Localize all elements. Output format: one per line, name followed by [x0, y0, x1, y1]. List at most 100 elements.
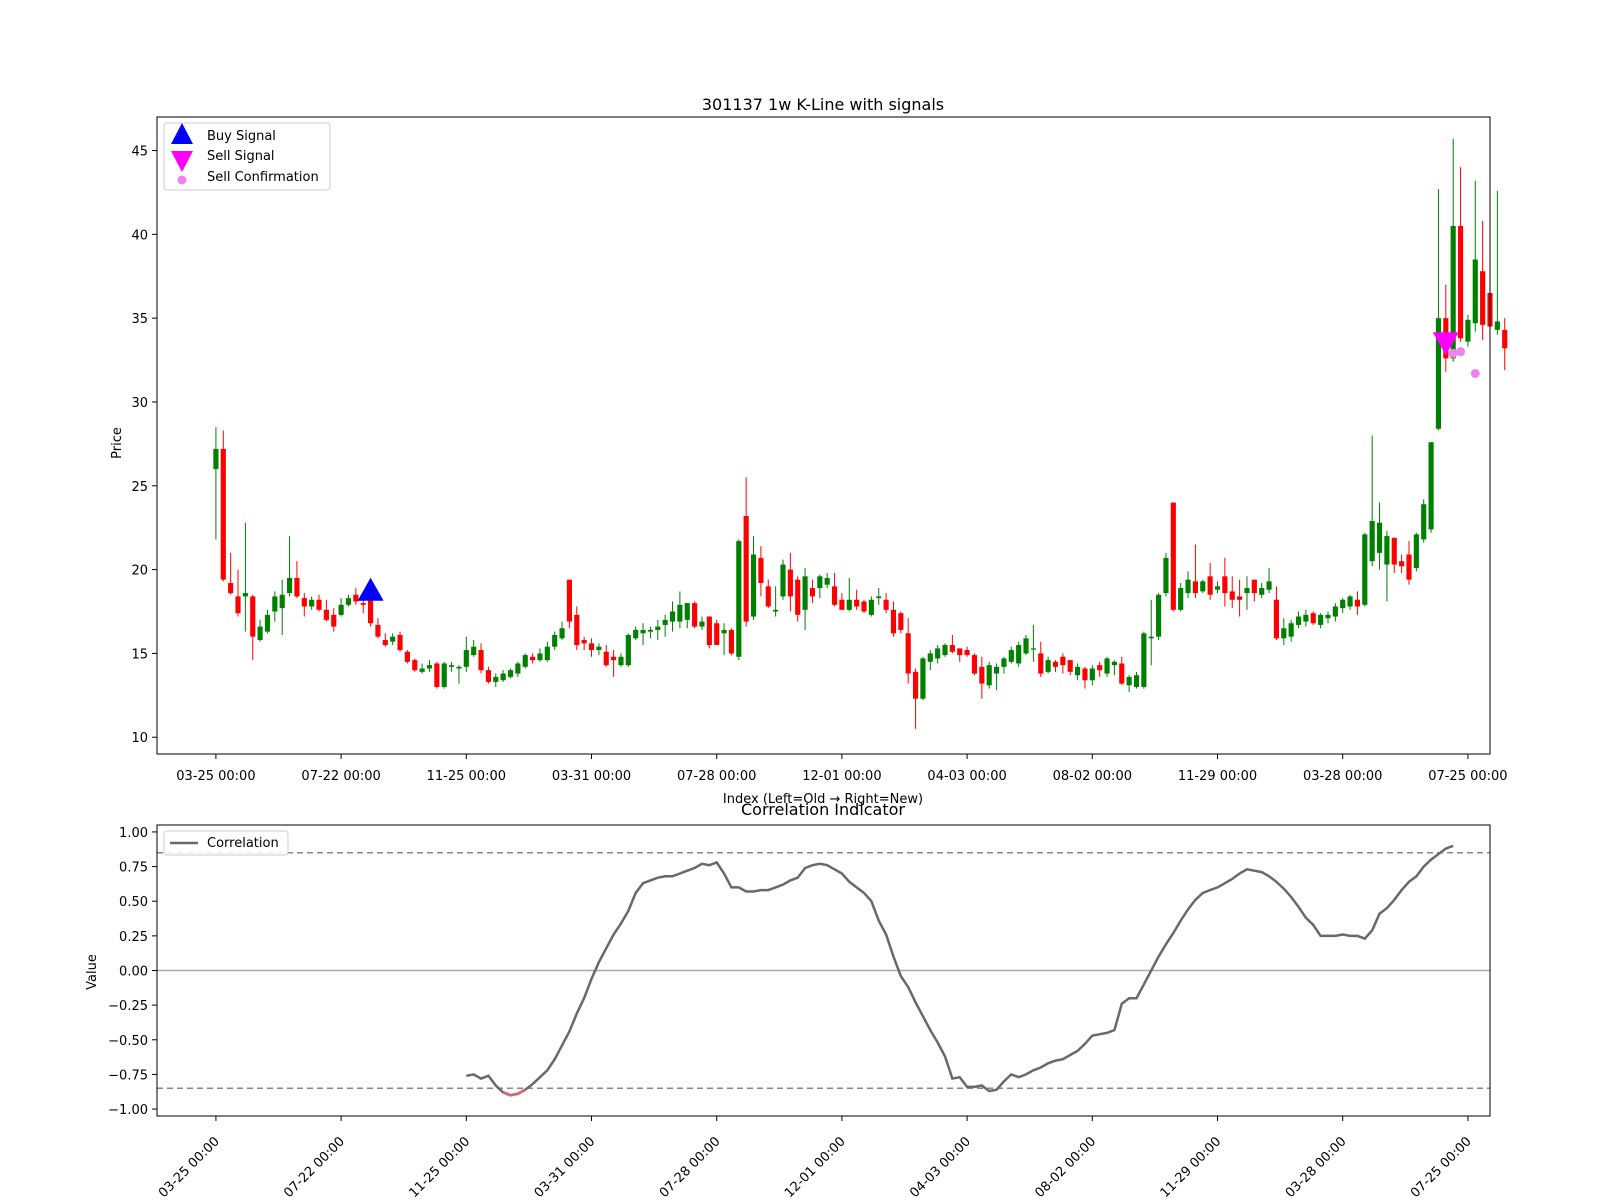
candle-body	[1384, 536, 1390, 565]
candle-body	[1295, 616, 1302, 625]
candle-body	[868, 599, 874, 615]
candle-body	[1399, 561, 1405, 567]
candle-body	[375, 624, 381, 637]
kline-y-tick-label: 45	[131, 145, 148, 160]
candle-body	[463, 650, 469, 667]
corr-y-tick-label: 1.00	[119, 826, 148, 841]
candle-body	[1288, 623, 1294, 637]
candle-body	[603, 651, 609, 666]
candle-body	[1148, 636, 1154, 639]
candle-body	[920, 658, 926, 699]
corr-legend: Correlation	[163, 830, 289, 856]
candle-body	[706, 616, 712, 646]
kline-y-tick-label: 25	[131, 480, 148, 495]
candle-body	[1229, 591, 1235, 600]
candle-body	[1465, 319, 1471, 342]
corr-y-tick-label: −1.00	[108, 1103, 148, 1118]
candle-body	[441, 663, 447, 687]
candle-body	[1222, 576, 1228, 594]
candle-body	[449, 665, 455, 667]
candle-body	[1421, 504, 1427, 540]
candle-body	[515, 663, 521, 674]
figure: 301137 1w K-Line with signals 10 15 20 25 30…	[0, 0, 1600, 1200]
candle-body	[279, 594, 285, 609]
candle-body	[434, 663, 440, 687]
corr-y-tick-label: 0.00	[119, 965, 148, 980]
kline-x-tick-label: 08-02 00:00	[1053, 769, 1132, 784]
candle-body	[699, 621, 705, 627]
candle-body	[1340, 599, 1346, 609]
candle-body	[1067, 660, 1073, 672]
candle-body	[625, 634, 631, 666]
corr-y-tick-label: −0.50	[108, 1034, 148, 1049]
legend-correlation-label: Correlation	[207, 836, 279, 851]
candle-body	[935, 648, 941, 659]
candle-body	[1060, 656, 1066, 666]
corr-y-tick-label: −0.75	[108, 1068, 148, 1083]
candle-body	[743, 515, 749, 622]
kline-y-tick-label: 15	[131, 647, 148, 662]
sell-confirmation-marker	[1456, 347, 1466, 357]
kline-x-tick-label: 03-25 00:00	[176, 769, 255, 784]
candle-body	[1030, 648, 1036, 650]
candle-body	[986, 665, 992, 686]
candle-body	[309, 599, 315, 607]
candle-body	[1369, 520, 1375, 562]
candle-body	[537, 653, 543, 661]
candle-body	[839, 599, 845, 610]
candle-body	[795, 579, 801, 615]
candle-body	[942, 645, 948, 656]
candle-body	[316, 599, 322, 610]
candle-body	[390, 636, 396, 642]
candle-body	[353, 594, 359, 602]
candle-body	[898, 613, 904, 630]
candle-body	[544, 646, 550, 661]
legend-buy-label: Buy Signal	[207, 129, 276, 144]
candle-body	[684, 603, 690, 620]
candle-body	[1052, 661, 1059, 667]
corr-ylabel: Value	[85, 954, 100, 990]
candle-body	[831, 586, 838, 605]
candle-body	[1111, 661, 1117, 666]
candle-body	[456, 666, 462, 669]
kline-x-tick-label: 03-31 00:00	[552, 769, 631, 784]
candle-body	[1457, 225, 1464, 339]
candle-body	[1119, 663, 1125, 684]
candle-body	[640, 629, 646, 634]
candle-body	[655, 626, 661, 630]
candle-body	[485, 670, 491, 682]
candle-body	[780, 564, 786, 597]
candle-body	[1038, 653, 1044, 674]
candle-body	[1214, 586, 1221, 590]
candle-body	[1273, 599, 1280, 639]
candle-body	[235, 596, 241, 614]
candle-body	[618, 656, 624, 666]
candle-body	[1259, 588, 1265, 595]
candle-body	[493, 676, 499, 682]
candle-body	[257, 626, 263, 641]
candle-body	[507, 670, 514, 677]
corr-y-tick-label: −0.25	[108, 999, 148, 1014]
legend-sell-confirm-dot-icon	[177, 175, 187, 185]
kline-x-tick-label: 03-28 00:00	[1303, 769, 1382, 784]
candle-body	[1200, 581, 1206, 592]
candle-body	[1075, 666, 1081, 676]
candle-body	[272, 596, 278, 612]
candle-body	[1325, 614, 1331, 619]
candle-body	[1376, 522, 1383, 553]
kline-x-tick-label: 07-25 00:00	[1428, 769, 1507, 784]
kline-ylabel: Price	[110, 427, 125, 459]
candle-body	[905, 633, 911, 674]
candle-body	[750, 554, 757, 617]
candle-body	[1082, 668, 1088, 681]
candle-body	[1104, 658, 1110, 674]
kline-x-tick-label: 07-22 00:00	[301, 769, 380, 784]
candle-body	[1318, 614, 1324, 625]
kline-y-tick-label: 10	[131, 731, 148, 746]
corr-y-tick-label: 0.75	[119, 861, 148, 876]
candle-body	[883, 599, 889, 610]
candle-body	[1281, 628, 1287, 639]
kline-x-tick-label: 07-28 00:00	[677, 769, 756, 784]
candle-body	[220, 448, 226, 580]
candle-body	[854, 599, 860, 607]
